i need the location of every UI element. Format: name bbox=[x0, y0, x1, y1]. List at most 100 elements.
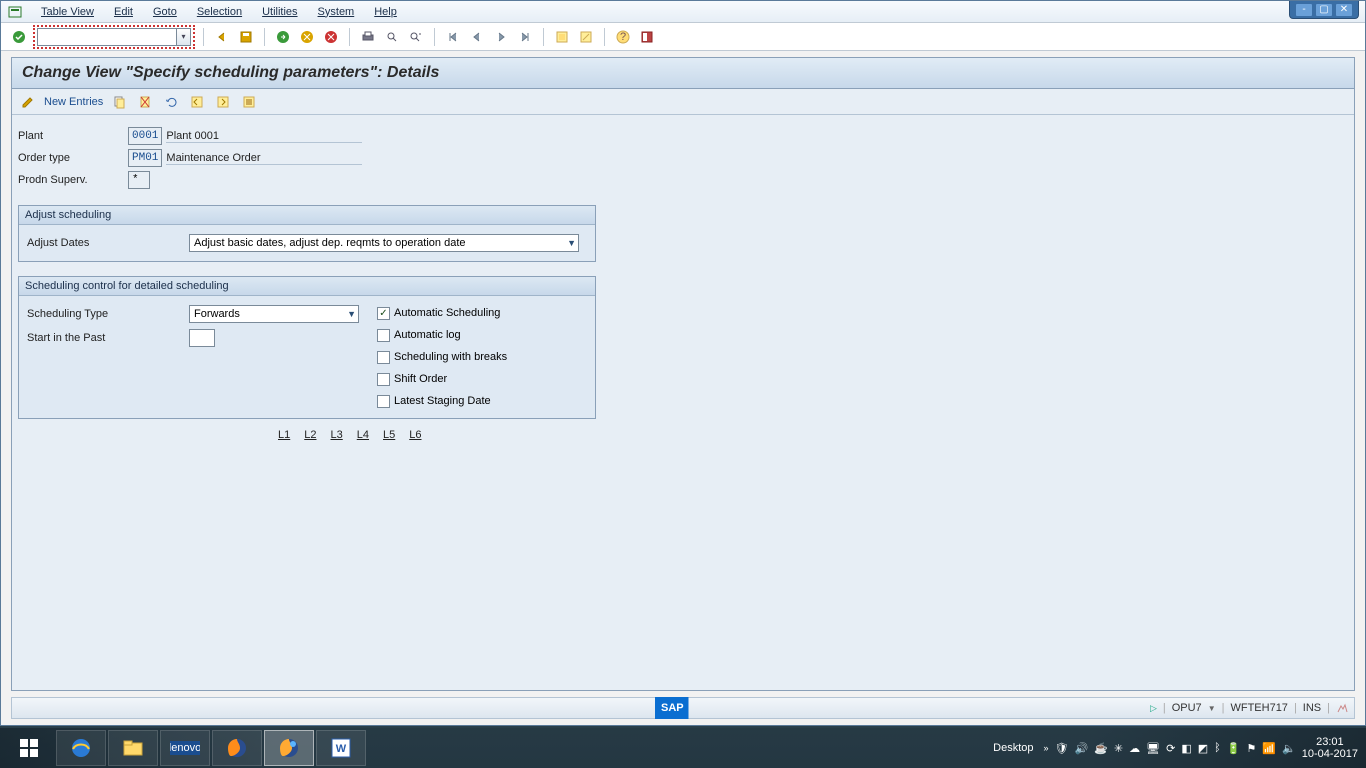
prev-entry-icon[interactable] bbox=[187, 92, 207, 112]
start-in-past-field[interactable] bbox=[189, 329, 215, 347]
latest-staging-date-checkbox[interactable]: Latest Staging Date bbox=[377, 390, 587, 412]
undo-change-icon[interactable] bbox=[161, 92, 181, 112]
layout-icon[interactable] bbox=[637, 27, 657, 47]
help-icon[interactable]: ? bbox=[613, 27, 633, 47]
menu-system[interactable]: System bbox=[308, 6, 365, 18]
new-entries-button[interactable]: New Entries bbox=[44, 96, 103, 108]
tray-app2-icon[interactable]: ◩ bbox=[1198, 742, 1208, 755]
adjust-dates-value: Adjust basic dates, adjust dep. reqmts t… bbox=[194, 237, 466, 249]
shift-order-label: Shift Order bbox=[394, 373, 447, 385]
transport-icon[interactable] bbox=[239, 92, 259, 112]
find-next-icon[interactable] bbox=[406, 27, 426, 47]
tray-monitor-icon[interactable]: 🖥 bbox=[1146, 742, 1160, 755]
cancel-icon[interactable] bbox=[297, 27, 317, 47]
level-l6[interactable]: L6 bbox=[409, 429, 421, 441]
checkbox-checked-icon: ✓ bbox=[377, 307, 390, 320]
back-icon[interactable] bbox=[212, 27, 232, 47]
menu-utilities[interactable]: Utilities bbox=[252, 6, 307, 18]
tray-volume-icon[interactable]: 🔊 bbox=[1075, 742, 1089, 755]
new-session-icon[interactable] bbox=[552, 27, 572, 47]
chevron-down-icon[interactable]: ▼ bbox=[1208, 704, 1216, 713]
start-in-past-label: Start in the Past bbox=[27, 332, 189, 344]
close-button[interactable]: ✕ bbox=[1335, 3, 1353, 17]
tray-chevron-icon[interactable]: » bbox=[1044, 743, 1049, 753]
tray-bluetooth-icon[interactable]: ᛒ bbox=[1214, 742, 1221, 755]
level-l4[interactable]: L4 bbox=[357, 429, 369, 441]
show-desktop-label[interactable]: Desktop bbox=[993, 742, 1033, 754]
tray-clock[interactable]: 23:01 10-04-2017 bbox=[1302, 736, 1358, 760]
tray-sound-icon[interactable]: 🔈 bbox=[1282, 742, 1296, 755]
separator bbox=[203, 28, 204, 46]
checkbox-icon bbox=[377, 351, 390, 364]
level-l1[interactable]: L1 bbox=[278, 429, 290, 441]
application-toolbar: New Entries bbox=[12, 89, 1354, 115]
scheduling-with-breaks-checkbox[interactable]: Scheduling with breaks bbox=[377, 346, 587, 368]
content-area: Change View "Specify scheduling paramete… bbox=[11, 57, 1355, 691]
maximize-button[interactable]: ▢ bbox=[1315, 3, 1333, 17]
standard-toolbar: ▾ ? bbox=[1, 23, 1365, 51]
level-l5[interactable]: L5 bbox=[383, 429, 395, 441]
last-page-icon[interactable] bbox=[515, 27, 535, 47]
taskbar-lenovo[interactable]: lenovo bbox=[160, 730, 210, 766]
print-icon[interactable] bbox=[358, 27, 378, 47]
menu-help[interactable]: Help bbox=[364, 6, 407, 18]
scheduling-type-label: Scheduling Type bbox=[27, 308, 189, 320]
taskbar-explorer[interactable] bbox=[108, 730, 158, 766]
status-right: ▷ | OPU7 ▼ | WFTEH717 | INS | bbox=[1150, 702, 1348, 714]
status-network-icon bbox=[1336, 702, 1348, 714]
menu-edit[interactable]: Edit bbox=[104, 6, 143, 18]
order-type-field[interactable]: PM01 bbox=[128, 149, 162, 167]
prodn-superv-field[interactable]: * bbox=[128, 171, 150, 189]
delete-icon[interactable] bbox=[135, 92, 155, 112]
chevron-down-icon: ▼ bbox=[347, 309, 356, 319]
taskbar-sap-logon[interactable] bbox=[264, 730, 314, 766]
command-field[interactable] bbox=[37, 28, 177, 46]
next-page-icon[interactable] bbox=[491, 27, 511, 47]
exit-icon[interactable] bbox=[273, 27, 293, 47]
taskbar-firefox[interactable] bbox=[212, 730, 262, 766]
toggle-display-change-icon[interactable] bbox=[18, 92, 38, 112]
level-l3[interactable]: L3 bbox=[331, 429, 343, 441]
first-page-icon[interactable] bbox=[443, 27, 463, 47]
level-l2[interactable]: L2 bbox=[304, 429, 316, 441]
adjust-dates-dropdown[interactable]: Adjust basic dates, adjust dep. reqmts t… bbox=[189, 234, 579, 252]
next-entry-icon[interactable] bbox=[213, 92, 233, 112]
shortcut-icon[interactable] bbox=[576, 27, 596, 47]
enter-icon[interactable] bbox=[9, 27, 29, 47]
tray-antivirus-icon[interactable]: ✳ bbox=[1114, 742, 1123, 755]
menu-selection[interactable]: Selection bbox=[187, 6, 252, 18]
shift-order-checkbox[interactable]: Shift Order bbox=[377, 368, 587, 390]
minimize-button[interactable]: ‐ bbox=[1295, 3, 1313, 17]
svg-text:?: ? bbox=[620, 31, 626, 43]
status-expand-icon[interactable]: ▷ bbox=[1150, 703, 1157, 714]
tray-updates-icon[interactable]: ⟳ bbox=[1166, 742, 1175, 755]
scheduling-type-dropdown[interactable]: Forwards ▼ bbox=[189, 305, 359, 323]
plant-field[interactable]: 0001 bbox=[128, 127, 162, 145]
tray-battery-icon[interactable]: 🔋 bbox=[1227, 742, 1241, 755]
tray-flag-icon[interactable]: ⚑ bbox=[1246, 742, 1256, 755]
status-system: OPU7 bbox=[1172, 702, 1202, 714]
tray-cloud-icon[interactable]: ☁ bbox=[1129, 742, 1140, 755]
command-field-dropdown[interactable]: ▾ bbox=[177, 28, 191, 46]
tray-shield-icon[interactable]: 🛡 bbox=[1055, 742, 1069, 755]
find-icon[interactable] bbox=[382, 27, 402, 47]
tray-app1-icon[interactable]: ◧ bbox=[1181, 742, 1191, 755]
copy-as-icon[interactable] bbox=[109, 92, 129, 112]
tray-java-icon[interactable]: ☕ bbox=[1094, 742, 1108, 755]
stop-icon[interactable] bbox=[321, 27, 341, 47]
prev-page-icon[interactable] bbox=[467, 27, 487, 47]
taskbar-ie[interactable] bbox=[56, 730, 106, 766]
automatic-log-checkbox[interactable]: Automatic log bbox=[377, 324, 587, 346]
tray-network-icon[interactable]: 📶 bbox=[1262, 742, 1276, 755]
start-button[interactable] bbox=[4, 730, 54, 766]
menu-system-icon[interactable] bbox=[7, 4, 23, 20]
separator bbox=[434, 28, 435, 46]
automatic-scheduling-checkbox[interactable]: ✓ Automatic Scheduling bbox=[377, 302, 587, 324]
separator bbox=[264, 28, 265, 46]
plant-row: Plant 0001 Plant 0001 bbox=[18, 125, 1348, 147]
menu-goto[interactable]: Goto bbox=[143, 6, 187, 18]
menu-table-view[interactable]: Table View bbox=[31, 6, 104, 18]
tray-date: 10-04-2017 bbox=[1302, 748, 1358, 760]
taskbar-word[interactable]: W bbox=[316, 730, 366, 766]
save-icon[interactable] bbox=[236, 27, 256, 47]
